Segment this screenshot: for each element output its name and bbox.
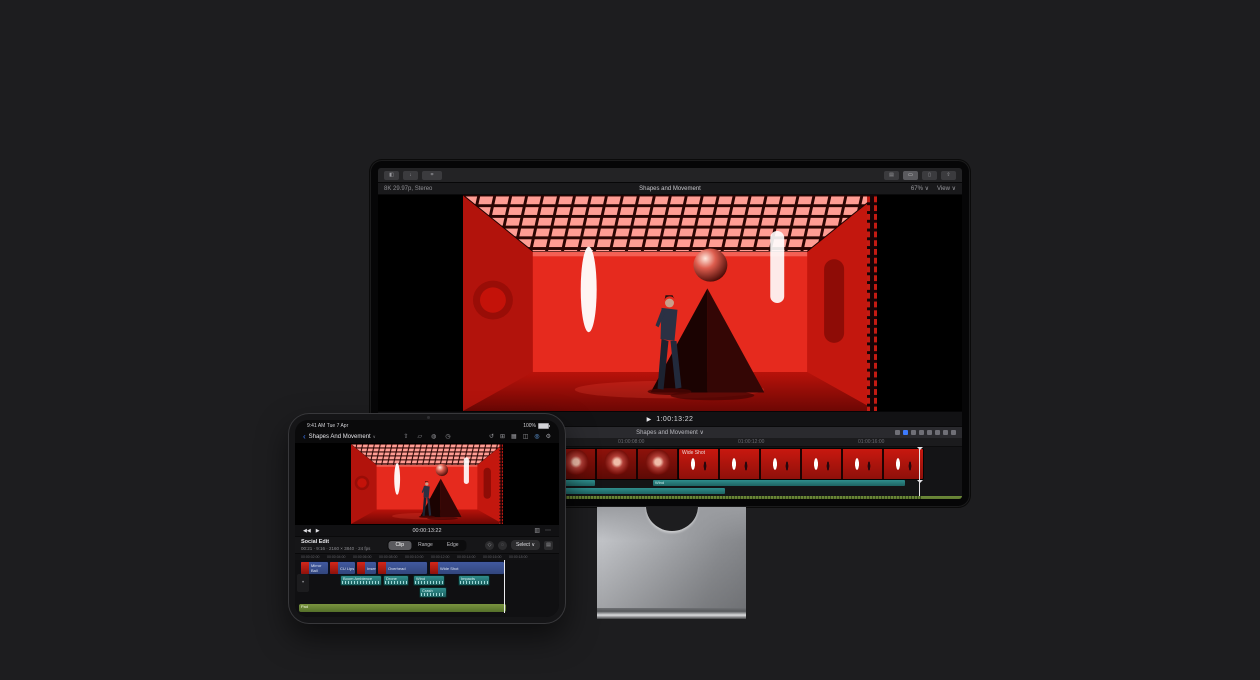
timeline-ruler: 00:00:02:00 00:00:04:00 00:00:06:00 00:0… [295, 553, 559, 560]
video-clip[interactable]: Mirror Ball [300, 561, 329, 575]
bottom-toolbar-wrap: ☰ Inspect ◁ Volume ◈ Animate ▦ Multicam … [295, 613, 559, 617]
mode-range[interactable]: Range [411, 541, 440, 550]
viewer-video [463, 195, 877, 411]
timecode-display: 00:00:13:22 [295, 528, 559, 534]
skimming-icon[interactable]: ◌ [498, 541, 507, 550]
title-caret-icon: ∨ [373, 434, 376, 439]
toolbar-right-icons: ↺ ⊞ ▦ ◫ ◎ ⚙ [489, 434, 551, 440]
back-chevron-icon[interactable]: ‹ [303, 432, 306, 441]
front-camera-dot [427, 416, 430, 419]
battery-percent: 100% [523, 423, 536, 429]
video-clip[interactable]: CU Lips [329, 561, 356, 575]
project-name: Social Edit [301, 539, 370, 546]
guides-icon[interactable]: ⊞ [500, 434, 505, 440]
import-media-icon[interactable]: ↓ [403, 171, 418, 180]
keyword-editor-icon[interactable]: ⌗ [422, 171, 442, 180]
browser-pane-icon[interactable]: ▤ [884, 171, 899, 180]
ruler-tick: 00:00:08:00 [379, 555, 398, 559]
video-clip[interactable]: Overhead [377, 561, 428, 575]
studio-display-stand [597, 507, 746, 619]
overlay-icon[interactable]: ▦ [511, 434, 517, 440]
audio-meters-icon[interactable]: ▥ [534, 527, 540, 534]
ruler-tick: 00:00:06:00 [353, 555, 372, 559]
ruler-tick: 01:00:16:00 [858, 439, 884, 445]
timer-icon[interactable]: ◷ [445, 434, 450, 440]
sidebar-toggle-icon[interactable]: ◧ [384, 171, 399, 180]
project-info-bar: Social Edit 00:21 · 9:16 · 2160 × 3840 ·… [295, 536, 559, 553]
play-icon[interactable]: ▶ [647, 416, 652, 423]
project-title[interactable]: Shapes And Movement [309, 434, 371, 440]
video-clip[interactable]: Inserts [356, 561, 377, 575]
media-browser-icon[interactable]: ▱ [417, 434, 422, 440]
ruler-tick: 00:00:12:00 [431, 555, 450, 559]
list-view-icon[interactable]: ▤ [544, 541, 553, 550]
bottom-toolbar: ☰ Inspect ◁ Volume ◈ Animate ▦ Multicam … [295, 613, 559, 617]
more-icon[interactable]: ⋯ [545, 527, 551, 534]
play-icon[interactable]: ▶ [316, 528, 320, 534]
timecode-display: 1:00:13:22 [656, 416, 693, 423]
video-clip-wide-shot[interactable]: Wide Shot [678, 448, 924, 480]
audio-clip-wind[interactable]: Wind [653, 480, 905, 486]
share-icon[interactable]: ⇧ [403, 434, 408, 440]
viewer-info-bar: 8K 29.97p, Stereo Shapes and Movement 67… [378, 183, 962, 195]
inspector-pane-icon[interactable]: ▯ [922, 171, 937, 180]
selection-mode-control: Clip Range Edge [387, 540, 466, 551]
fcp-top-toolbar: ◧ ↓ ⌗ ▤ ▭ ▯ ⇧ [378, 168, 962, 183]
mode-clip[interactable]: Clip [388, 541, 411, 550]
ruler-tick: 00:00:02:00 [301, 555, 320, 559]
status-time: 9:41 AM [307, 423, 325, 429]
ruler-tick: 00:00:14:00 [457, 555, 476, 559]
skip-back-icon[interactable]: ◀◀ [303, 528, 311, 534]
ruler-tick: 00:00:18:00 [509, 555, 528, 559]
playhead [919, 480, 920, 496]
project-meta: 00:21 · 9:16 · 2160 × 3840 · 24 fps [301, 546, 370, 551]
timeline-pane-icon[interactable]: ▭ [903, 171, 918, 180]
mic-icon[interactable]: ◍ [431, 434, 436, 440]
status-date: Tue 7 Apr [327, 423, 349, 429]
ruler-tick: 00:00:16:00 [483, 555, 502, 559]
snapping-icon[interactable]: ◇ [485, 541, 494, 550]
transport-bar: ◀◀ ▶ 00:00:13:22 ▥ ⋯ [295, 525, 559, 536]
viewer-canvas [295, 443, 559, 525]
audio-clip[interactable]: Crash [419, 587, 447, 598]
ruler-tick: 01:00:08:00 [618, 439, 644, 445]
audio-clip[interactable]: Impacts [458, 575, 490, 586]
fcp-ipad-app: 9:41 AM Tue 7 Apr 100% ‹ Shapes And Move… [295, 420, 559, 617]
viewer-video [351, 444, 503, 524]
viewer-canvas [378, 195, 962, 411]
audio-clip[interactable]: Boom Ambience [340, 575, 382, 586]
music-clip[interactable]: Pad [299, 604, 506, 612]
playhead[interactable] [919, 447, 920, 480]
audio-clip[interactable]: Wind [413, 575, 445, 586]
playhead[interactable] [504, 560, 505, 613]
app-toolbar: ‹ Shapes And Movement ∨ ⇧ ▱ ◍ ◷ ↺ ⊞ ▦ ◫ … [295, 430, 559, 443]
stand-base [597, 608, 746, 619]
zoom-icon[interactable]: ◎ [534, 434, 539, 440]
connect-point[interactable]: • [297, 574, 309, 592]
share-icon[interactable]: ⇧ [941, 171, 956, 180]
settings-gear-icon[interactable]: ⚙ [546, 434, 551, 440]
viewer-clip-title: Shapes and Movement [378, 186, 962, 192]
battery-icon [538, 423, 549, 429]
ipad: 9:41 AM Tue 7 Apr 100% ‹ Shapes And Move… [288, 413, 566, 624]
ruler-tick: 00:00:10:00 [405, 555, 424, 559]
background-icon[interactable]: ◫ [523, 434, 529, 440]
select-button[interactable]: Select ∨ [511, 540, 540, 550]
status-bar: 9:41 AM Tue 7 Apr 100% [295, 420, 559, 430]
timeline: Mirror Ball CU Lips Inserts Overhead Wid… [295, 560, 559, 613]
undo-icon[interactable]: ↺ [489, 434, 494, 440]
mode-edge[interactable]: Edge [440, 541, 466, 550]
ruler-tick: 00:00:04:00 [327, 555, 346, 559]
ruler-tick: 01:00:12:00 [738, 439, 764, 445]
audio-clip[interactable]: Drone [383, 575, 409, 586]
video-clip[interactable]: Wide Shot [429, 561, 505, 575]
